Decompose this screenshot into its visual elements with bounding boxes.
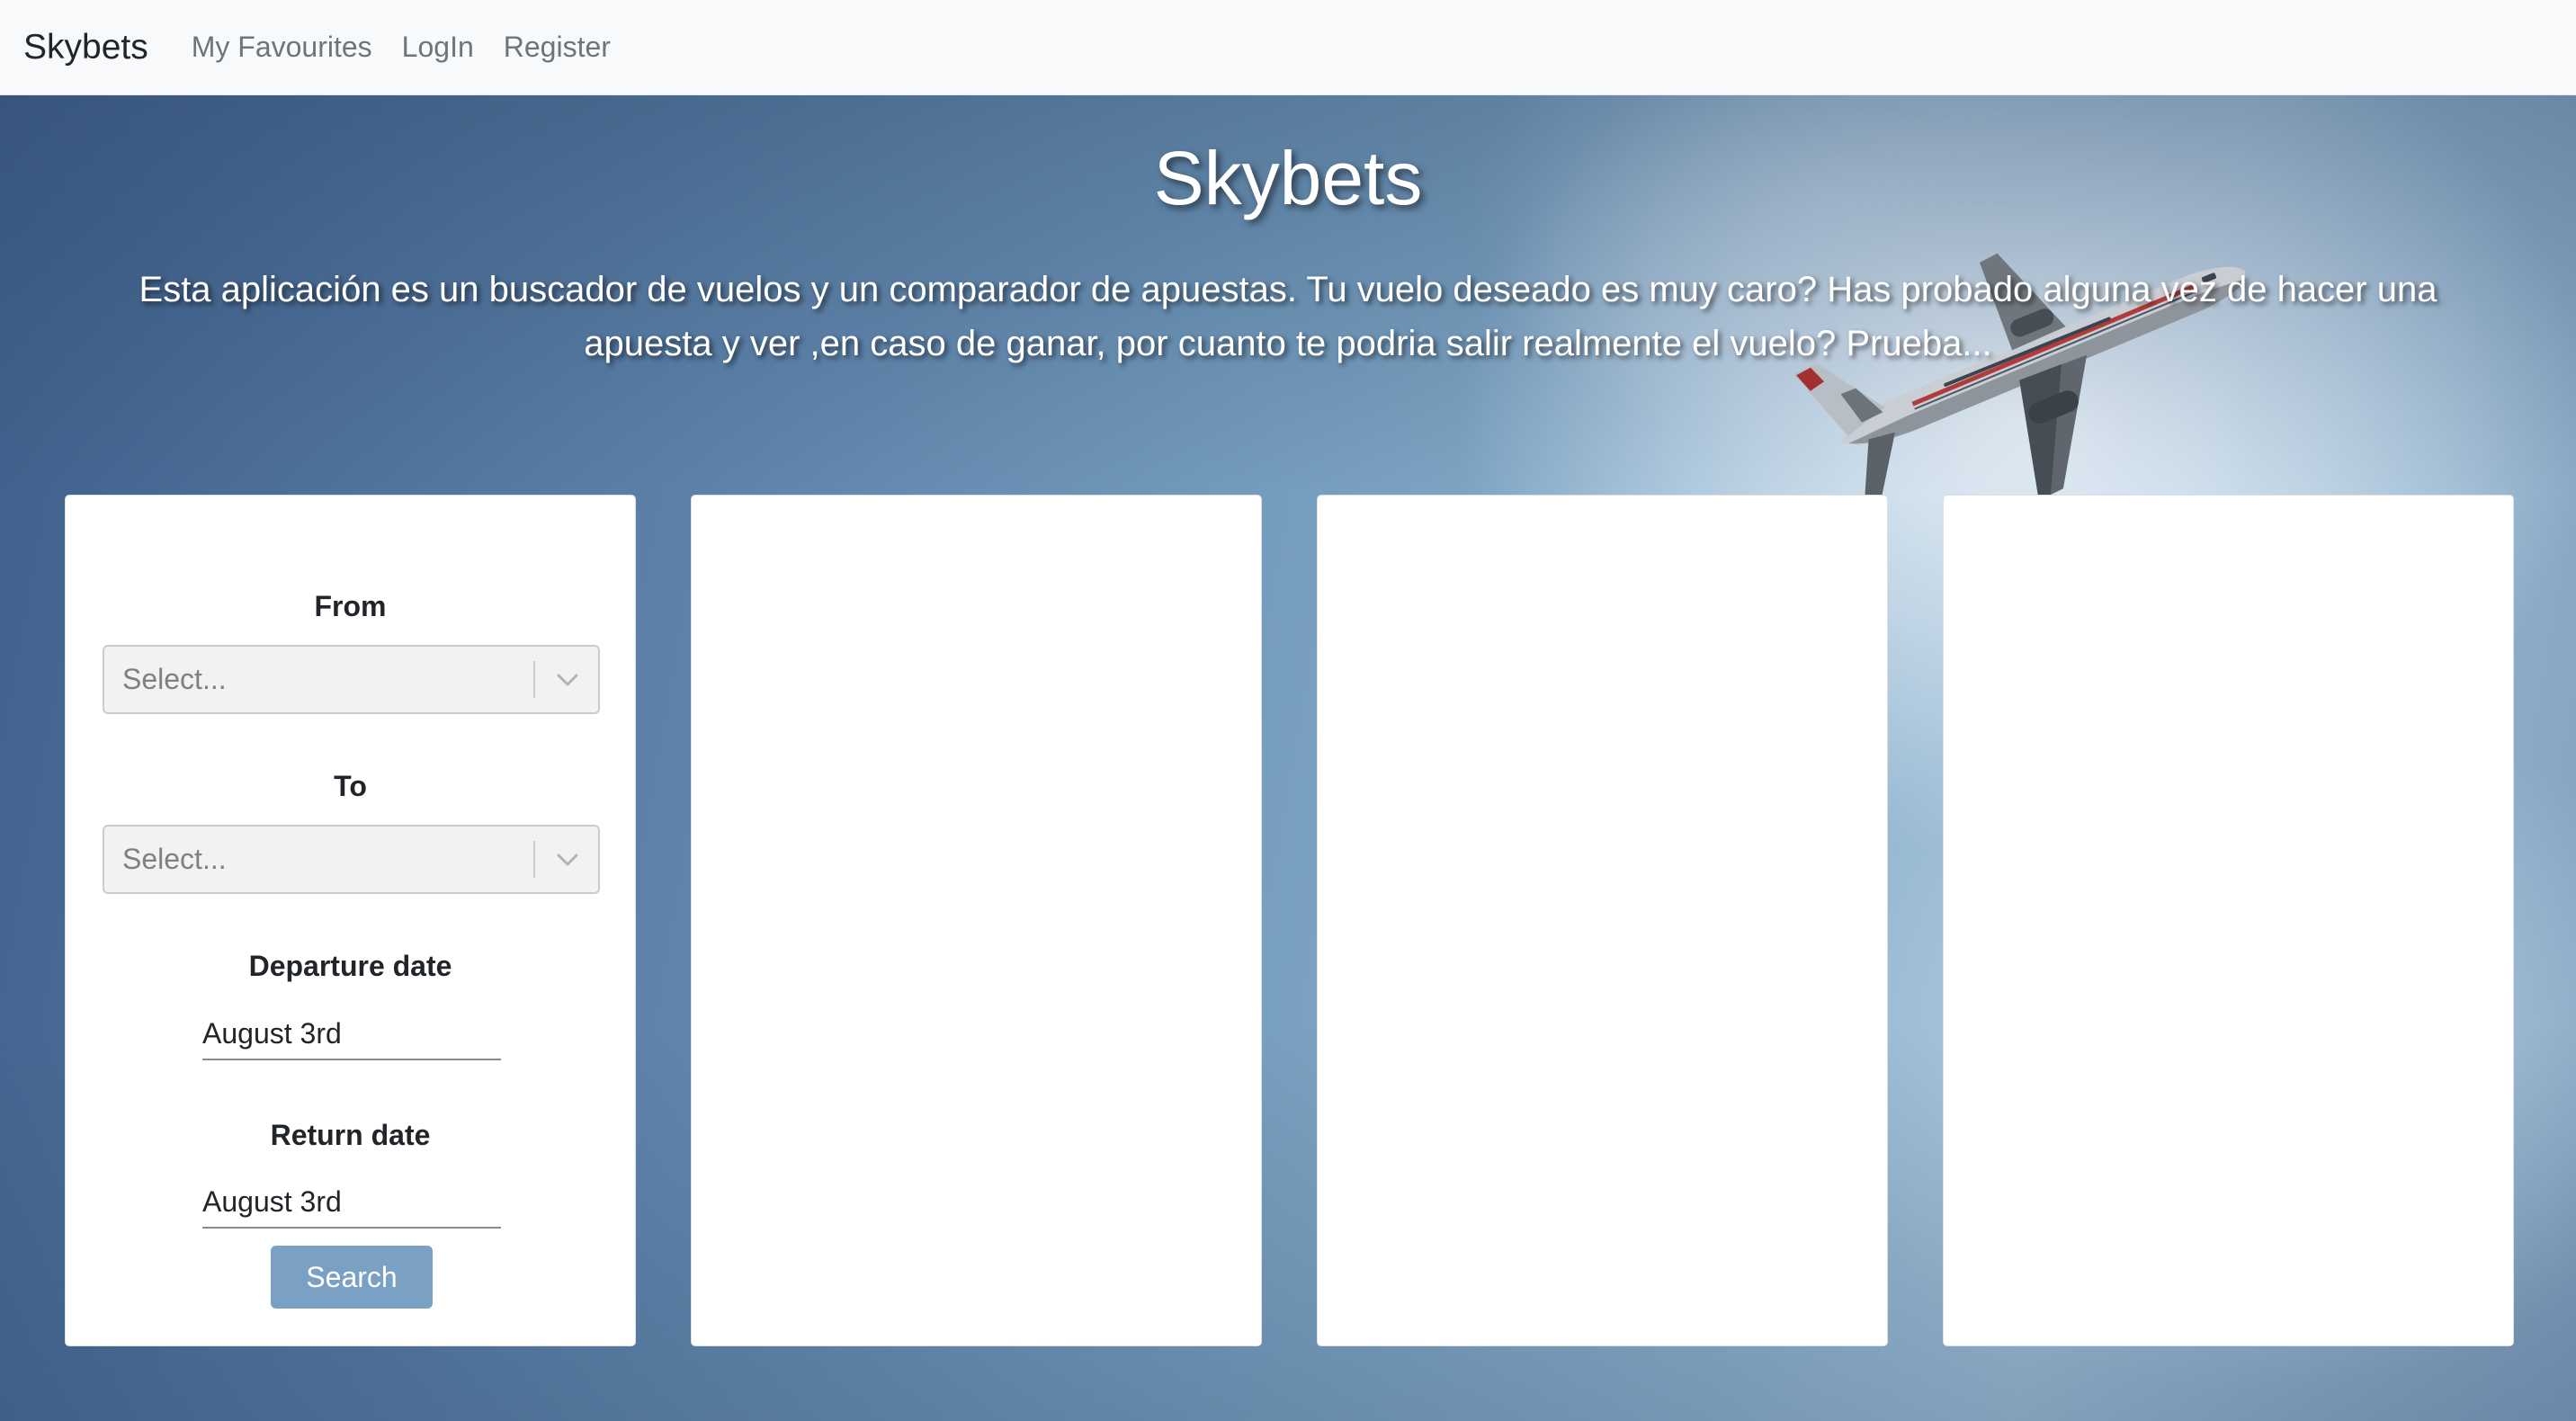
navbar: Skybets My Favourites LogIn Register: [0, 0, 2576, 95]
chevron-down-icon[interactable]: [553, 668, 582, 692]
result-card-2: [1317, 495, 1888, 1346]
to-label: To: [334, 770, 367, 802]
result-card-1: [691, 495, 1262, 1346]
from-select[interactable]: Select...: [103, 645, 600, 714]
select-separator: [533, 661, 535, 698]
nav-link-register[interactable]: Register: [504, 31, 611, 64]
select-separator: [533, 841, 535, 878]
nav-link-my-favourites[interactable]: My Favourites: [192, 31, 372, 64]
hero-description: Esta aplicación es un buscador de vuelos…: [139, 270, 2437, 363]
from-label: From: [314, 590, 387, 622]
result-card-3: [1943, 495, 2514, 1346]
return-date-input[interactable]: [202, 1176, 501, 1229]
chevron-down-icon[interactable]: [553, 848, 582, 871]
search-form-card: From Select... To Select... Departure da…: [65, 495, 636, 1346]
nav-link-login[interactable]: LogIn: [402, 31, 474, 64]
to-select[interactable]: Select...: [103, 825, 600, 894]
brand-logo[interactable]: Skybets: [23, 28, 148, 67]
departure-date-input[interactable]: [202, 1008, 501, 1060]
departure-date-label: Departure date: [248, 950, 452, 982]
to-select-placeholder: Select...: [122, 843, 227, 875]
page-title: Skybets: [1153, 136, 1423, 220]
search-button[interactable]: Search: [271, 1246, 433, 1309]
from-select-placeholder: Select...: [122, 663, 227, 695]
return-date-label: Return date: [270, 1119, 431, 1151]
